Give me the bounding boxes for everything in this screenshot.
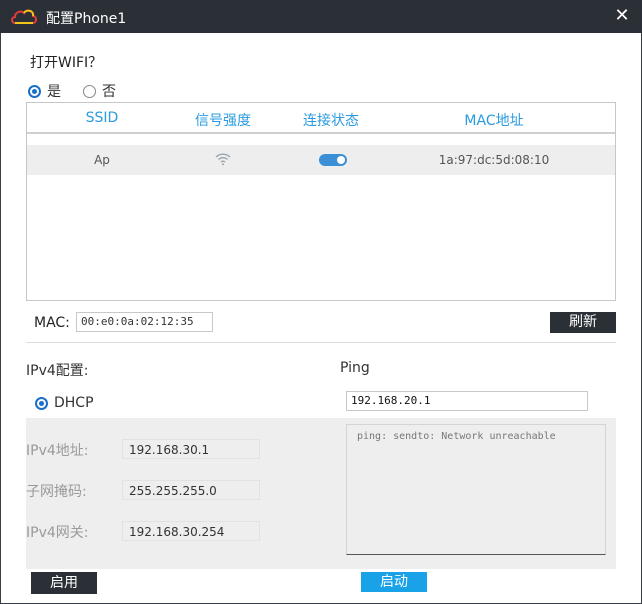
dhcp-label: DHCP	[54, 395, 94, 411]
ipv4-config-title: IPv4配置:	[26, 363, 89, 379]
close-icon[interactable]: ✕	[612, 6, 632, 26]
enable-button[interactable]: 启用	[31, 572, 97, 594]
mac-label: MAC:	[34, 315, 70, 331]
table-row[interactable]: Ap 1a:97:dc:5d:08:10	[27, 145, 615, 175]
col-header-mac: MAC地址	[464, 113, 524, 129]
row-ssid: Ap	[94, 153, 110, 167]
table-header: SSID 信号强度 连接状态 MAC地址	[27, 103, 615, 134]
start-ping-button[interactable]: 启动	[361, 572, 427, 592]
wifi-no-radio[interactable]: 否	[83, 81, 116, 101]
radio-checked-icon[interactable]	[28, 84, 41, 98]
gateway-label: IPv4网关:	[26, 525, 89, 541]
toggle-on-icon[interactable]	[319, 154, 347, 166]
window-title: 配置Phone1	[46, 11, 127, 27]
wifi-network-table: SSID 信号强度 连接状态 MAC地址 Ap 1a:97:dc:5d:08:1…	[26, 102, 616, 301]
ping-target-input[interactable]: 192.168.20.1	[346, 391, 588, 411]
subnet-mask-label: 子网掩码:	[26, 484, 87, 500]
ping-output-area[interactable]: ping: sendto: Network unreachable	[346, 424, 606, 555]
radio-unchecked-icon[interactable]	[83, 84, 96, 98]
cloud-logo-icon	[11, 9, 37, 24]
wifi-yes-radio[interactable]: 是	[28, 81, 61, 101]
ipv4-address-label: IPv4地址:	[26, 443, 89, 459]
refresh-button[interactable]: 刷新	[550, 312, 616, 333]
ping-title: Ping	[340, 360, 370, 376]
col-header-ssid: SSID	[85, 110, 119, 126]
ipv4-ping-panel: IPv4地址: 192.168.30.1 子网掩码: 255.255.255.0…	[26, 418, 616, 569]
wifi-yes-label: 是	[47, 84, 61, 100]
wifi-question-label: 打开WIFI？	[30, 55, 103, 71]
title-bar: 配置Phone1 ✕	[0, 0, 642, 33]
wifi-no-label: 否	[102, 84, 116, 100]
subnet-mask-field[interactable]: 255.255.255.0	[122, 480, 260, 500]
mac-address-field[interactable]: 00:e0:0a:02:12:35	[76, 312, 213, 332]
col-header-status: 连接状态	[303, 113, 359, 129]
radio-checked-icon[interactable]	[35, 396, 48, 410]
wifi-signal-icon	[215, 153, 231, 166]
col-header-signal: 信号强度	[195, 113, 251, 129]
ipv4-address-field[interactable]: 192.168.30.1	[122, 439, 260, 459]
dhcp-radio[interactable]: DHCP	[35, 395, 94, 411]
row-mac: 1a:97:dc:5d:08:10	[438, 153, 550, 167]
gateway-field[interactable]: 192.168.30.254	[122, 521, 260, 541]
section-divider	[26, 342, 616, 343]
